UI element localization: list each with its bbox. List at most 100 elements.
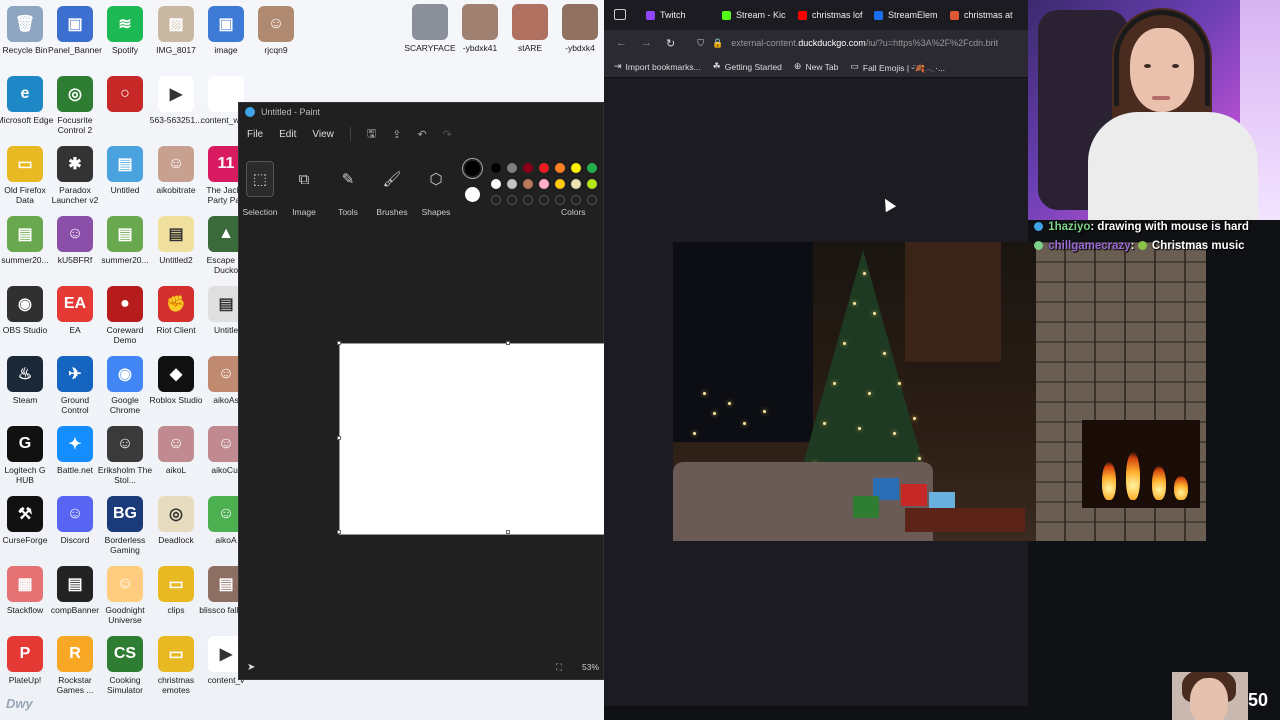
custom-color-slot[interactable] <box>587 195 597 205</box>
desktop-icon[interactable]: ▤ summer20... <box>100 216 150 284</box>
desktop-icon[interactable]: ● Coreward Demo <box>100 286 150 354</box>
desktop-icon[interactable]: CS Cooking Simulator <box>100 636 150 704</box>
desktop-icon[interactable]: ▣ image <box>201 6 251 74</box>
palette-swatch[interactable] <box>539 163 549 173</box>
desktop-icon[interactable]: ✦ Battle.net <box>50 426 100 494</box>
shield-icon[interactable]: ⛉ <box>697 38 704 49</box>
browser-tab[interactable]: christmas lof <box>790 3 864 27</box>
browser-tab[interactable]: Stream - Kic <box>714 3 788 27</box>
ribbon-image[interactable]: ⧉ Image <box>283 155 325 218</box>
custom-color-slot[interactable] <box>539 195 549 205</box>
ribbon-selection[interactable]: ⬚ Selection <box>239 155 281 217</box>
desktop-icon[interactable]: ◉ OBS Studio <box>0 286 50 354</box>
reload-icon[interactable]: ↻ <box>666 37 675 50</box>
palette-swatch[interactable] <box>555 163 565 173</box>
palette-swatch[interactable] <box>523 179 533 189</box>
resize-handle[interactable] <box>506 341 510 345</box>
resize-handle[interactable] <box>337 436 341 440</box>
browser-tab[interactable]: christmas at <box>942 3 1016 27</box>
custom-color-slot[interactable] <box>555 195 565 205</box>
palette-swatch[interactable] <box>587 179 597 189</box>
bookmark-item[interactable]: ▭ Fall Emojis | ᵕ̈🍂𓂃·... <box>850 60 945 74</box>
palette-swatch[interactable] <box>539 179 549 189</box>
desktop-icon[interactable]: -ybdxk4 <box>555 4 605 72</box>
menu-edit[interactable]: Edit <box>279 129 296 140</box>
desktop-icon[interactable]: ♨ Steam <box>0 356 50 424</box>
brushes-icon[interactable]: 🖌 <box>378 161 406 197</box>
ribbon-tools[interactable]: ✎ Tools <box>327 155 369 217</box>
zoom-level[interactable]: 53% <box>582 662 599 672</box>
desktop-icon[interactable]: ▶ 563-563251... <box>150 76 202 144</box>
desktop-icon[interactable]: ☺ aikobitrate <box>151 146 201 214</box>
desktop-icon[interactable]: ▭ christmas emotes <box>151 636 201 704</box>
desktop-icon[interactable]: stARE <box>505 4 555 72</box>
palette-swatch[interactable] <box>507 163 517 173</box>
desktop-icon[interactable]: ▤ compBanner <box>50 566 100 634</box>
custom-color-slot[interactable] <box>507 195 517 205</box>
palette-swatch[interactable] <box>523 163 533 173</box>
desktop-icon[interactable]: -ybdxk41 <box>455 4 505 72</box>
desktop-icon[interactable]: P PlateUp! <box>0 636 50 704</box>
desktop-icon[interactable]: R Rockstar Games ... <box>50 636 100 704</box>
undo-icon[interactable]: ↶ <box>417 128 426 141</box>
save-icon[interactable]: 🖫 <box>367 125 376 144</box>
selection-icon[interactable]: ⬚ <box>246 161 274 197</box>
fit-to-window-icon[interactable]: ⛶ <box>556 662 562 673</box>
desktop-icon[interactable]: ▭ clips <box>151 566 201 634</box>
desktop-icon[interactable]: ▨ IMG_8017 <box>151 6 201 74</box>
desktop-icon[interactable]: ▤ summer20... <box>0 216 50 284</box>
browser-tab[interactable]: Twitch <box>638 3 712 27</box>
palette-swatch[interactable] <box>587 163 597 173</box>
desktop-icon[interactable]: ▦ Stackflow <box>0 566 50 634</box>
desktop-icon[interactable]: ✊ Riot Client <box>151 286 201 354</box>
back-icon[interactable]: ← <box>616 37 627 49</box>
menu-file[interactable]: File <box>247 129 263 140</box>
desktop-icon[interactable]: ☺ Discord <box>50 496 100 564</box>
desktop-icon[interactable]: ✈ Ground Control <box>50 356 100 424</box>
desktop-icon[interactable]: ◎ Deadlock <box>151 496 201 564</box>
bookmark-item[interactable]: ☘ Getting Started <box>713 61 782 72</box>
desktop-icon[interactable]: EA EA <box>50 286 100 354</box>
bookmark-item[interactable]: ⇥ Import bookmarks... <box>614 61 701 72</box>
desktop-icon[interactable]: ☺ aikoL <box>151 426 201 494</box>
resize-handle[interactable] <box>506 530 510 534</box>
custom-color-slot[interactable] <box>571 195 581 205</box>
redo-icon[interactable]: ↷ <box>443 128 452 141</box>
desktop-icon[interactable]: BG Borderless Gaming <box>100 496 150 564</box>
tab-list-icon[interactable] <box>614 9 626 20</box>
palette-swatch[interactable] <box>491 163 501 173</box>
desktop-icon[interactable]: ⚒ CurseForge <box>0 496 50 564</box>
desktop-icon[interactable]: ☺ Goodnight Universe <box>100 566 150 634</box>
tools-icon[interactable]: ✎ <box>334 161 362 197</box>
resize-handle[interactable] <box>337 341 341 345</box>
custom-color-slot[interactable] <box>523 195 533 205</box>
desktop-icon[interactable]: 🗑 Recycle Bin <box>0 6 50 74</box>
desktop-icon[interactable]: ✱ Paradox Launcher v2 <box>50 146 100 214</box>
palette-swatch[interactable] <box>555 179 565 189</box>
shapes-icon[interactable]: ⬡ <box>422 161 450 197</box>
desktop-icon[interactable]: G Logitech G HUB <box>0 426 50 494</box>
desktop-icon[interactable]: ○ <box>100 76 150 144</box>
resize-handle[interactable] <box>337 530 341 534</box>
palette-swatch[interactable] <box>491 179 501 189</box>
desktop-icon[interactable]: ▤ Untitled2 <box>151 216 201 284</box>
palette-swatch[interactable] <box>571 163 581 173</box>
browser-tab[interactable]: StreamElem <box>866 3 940 27</box>
desktop-icon[interactable]: ▤ Untitled <box>100 146 150 214</box>
primary-color-swatch[interactable] <box>465 161 480 176</box>
desktop-icon[interactable]: ◆ Roblox Studio <box>150 356 202 424</box>
bookmark-item[interactable]: ⊕ New Tab <box>794 61 838 72</box>
desktop-icon[interactable]: ▣ Panel_Banner <box>48 6 102 74</box>
desktop-icon[interactable]: ☺ Eriksholm The Stol... <box>98 426 152 494</box>
image-icon[interactable]: ⧉ <box>290 161 318 197</box>
ribbon-shapes[interactable]: ⬡ Shapes <box>415 155 457 217</box>
desktop-icon[interactable]: SCARYFACE <box>404 4 456 72</box>
desktop-icon[interactable]: ☺ rjcqn9 <box>251 6 301 74</box>
desktop-icon[interactable]: ≋ Spotify <box>100 6 150 74</box>
palette-swatch[interactable] <box>507 179 517 189</box>
secondary-color-swatch[interactable] <box>465 187 480 202</box>
menu-view[interactable]: View <box>312 129 334 140</box>
desktop-icon[interactable]: ◎ Focusrite Control 2 <box>50 76 100 144</box>
desktop-icon[interactable]: ☺ kU5BFRf <box>50 216 100 284</box>
forward-icon[interactable]: → <box>641 37 652 49</box>
